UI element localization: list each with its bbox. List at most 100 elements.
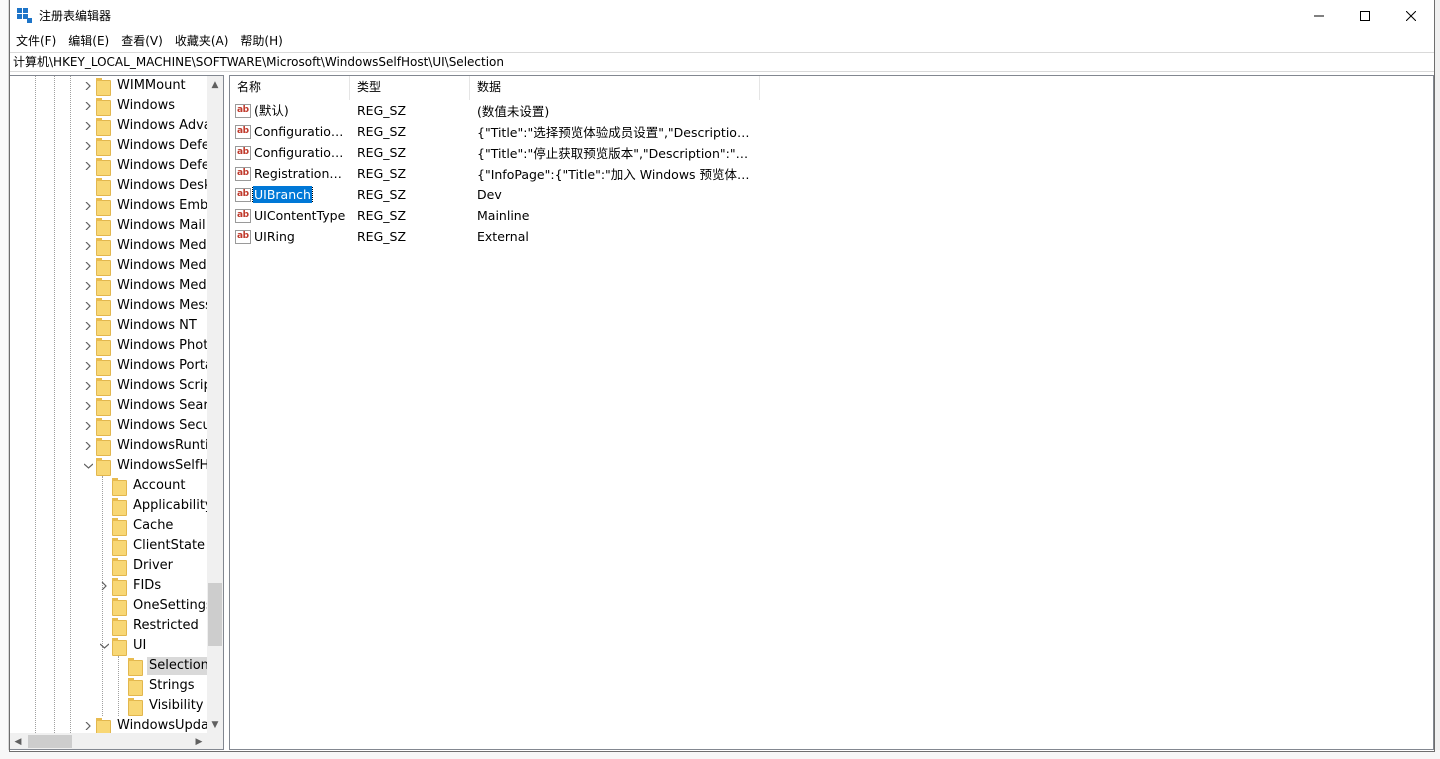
chevron-right-icon[interactable] [80, 256, 96, 276]
tree-guide-line [70, 76, 71, 733]
tree-item[interactable]: Windows Mail [80, 216, 207, 236]
menu-view[interactable]: 查看(V) [115, 31, 169, 51]
chevron-right-icon[interactable] [80, 416, 96, 436]
minimize-button[interactable] [1296, 0, 1342, 31]
chevron-right-icon[interactable] [80, 116, 96, 136]
tree-item[interactable]: Windows Embe [80, 196, 207, 216]
chevron-right-icon[interactable] [80, 396, 96, 416]
chevron-right-icon[interactable] [80, 196, 96, 216]
chevron-right-icon[interactable] [80, 156, 96, 176]
tree-item[interactable]: Strings [112, 676, 197, 696]
tree-item[interactable]: WindowsUpdate [80, 716, 207, 733]
value-row[interactable]: ab RegistrationFlow REG_SZ {"InfoPage":{"Ti… [230, 163, 750, 184]
folder-icon [96, 298, 111, 316]
close-button[interactable] [1388, 0, 1434, 31]
value-row[interactable]: ab UIContentType REG_SZ Mainline [230, 205, 750, 226]
chevron-right-icon[interactable] [96, 576, 112, 596]
tree-item[interactable]: Windows Searcl [80, 396, 207, 416]
chevron-right-icon[interactable] [80, 296, 96, 316]
tree-item[interactable]: WindowsRuntim [80, 436, 207, 456]
value-data: Dev [477, 187, 502, 202]
tree-item[interactable]: OneSettings [96, 596, 207, 616]
tree-item[interactable]: Windows NT [80, 316, 199, 336]
chevron-right-icon[interactable] [80, 356, 96, 376]
value-row[interactable]: ab Configuration... REG_SZ {"Title":"停止获取预览… [230, 142, 750, 163]
chevron-right-icon[interactable] [80, 76, 96, 96]
tree-item[interactable]: Windows Script [80, 376, 207, 396]
chevron-right-icon[interactable] [80, 436, 96, 456]
folder-icon [96, 158, 111, 176]
tree-item[interactable]: Account [96, 476, 188, 496]
tree-item-label: Windows [117, 98, 176, 113]
tree-item[interactable]: Windows Deskt [80, 176, 207, 196]
tree-item[interactable]: Windows Portal [80, 356, 207, 376]
tree-item-label: WindowsRuntim [117, 438, 207, 453]
chevron-right-icon[interactable] [80, 316, 96, 336]
chevron-down-icon[interactable] [96, 636, 112, 656]
tree-item-label: Windows Defen [117, 138, 207, 153]
value-row[interactable]: ab (默认) REG_SZ (数值未设置) [230, 100, 750, 121]
tree-item[interactable]: Driver [96, 556, 175, 576]
scroll-right-icon[interactable]: ▶ [191, 733, 207, 749]
maximize-button[interactable] [1342, 0, 1388, 31]
value-row[interactable]: ab UIRing REG_SZ External [230, 226, 750, 247]
column-header-name[interactable]: 名称 [230, 76, 350, 100]
tree-item[interactable]: WIMMount [80, 76, 188, 96]
tree-hscroll-thumb[interactable] [28, 735, 72, 748]
chevron-right-icon[interactable] [80, 276, 96, 296]
chevron-right-icon[interactable] [80, 336, 96, 356]
value-row[interactable]: ab ConfigurationB... REG_SZ {"Title":"选择预览体… [230, 121, 750, 142]
tree-item[interactable]: Windows Media [80, 256, 207, 276]
tree-scroll-thumb[interactable] [208, 583, 222, 646]
folder-icon [128, 658, 143, 676]
folder-icon [96, 358, 111, 376]
tree-item[interactable]: WindowsSelfHo [80, 456, 207, 476]
column-header-data[interactable]: 数据 [470, 76, 760, 100]
chevron-right-icon[interactable] [80, 96, 96, 116]
menu-help[interactable]: 帮助(H) [234, 31, 288, 51]
tree-item[interactable]: Windows Media [80, 276, 207, 296]
key-tree: WIMMount Windows Windows Advar Windows Defe… [10, 76, 207, 733]
address-bar[interactable]: 计算机\HKEY_LOCAL_MACHINE\SOFTWARE\Microsof… [10, 52, 1434, 72]
scroll-down-icon[interactable]: ▼ [207, 716, 223, 733]
chevron-right-icon[interactable] [80, 236, 96, 256]
column-header-type[interactable]: 类型 [350, 76, 470, 100]
tree-item[interactable]: ClientState [96, 536, 207, 556]
tree-item[interactable]: Restricted [96, 616, 201, 636]
tree-item[interactable]: Selection [112, 656, 207, 676]
tree-item[interactable]: Windows Advar [80, 116, 207, 136]
tree-item[interactable]: UI [96, 636, 148, 656]
tree-item[interactable]: Applicability [96, 496, 207, 516]
chevron-down-icon[interactable] [80, 456, 96, 476]
scroll-up-icon[interactable]: ▲ [207, 76, 223, 93]
tree-item[interactable]: Windows Media [80, 236, 207, 256]
value-name-cell: ab Configuration... [230, 144, 350, 161]
scroll-left-icon[interactable]: ◀ [10, 733, 26, 749]
minimize-icon [1314, 15, 1324, 16]
menu-edit[interactable]: 编辑(E) [62, 31, 115, 51]
value-type: REG_SZ [357, 208, 407, 223]
tree-item[interactable]: Cache [96, 516, 175, 536]
tree-item[interactable]: FIDs [96, 576, 163, 596]
tree-item[interactable]: Visibility [112, 696, 205, 716]
chevron-right-icon[interactable] [80, 216, 96, 236]
tree-vertical-scrollbar[interactable]: ▲ ▼ [207, 76, 223, 733]
chevron-right-icon[interactable] [80, 136, 96, 156]
title-bar[interactable]: 注册表编辑器 [10, 0, 1434, 31]
tree-item[interactable]: Windows Photo [80, 336, 207, 356]
tree-item[interactable]: Windows [80, 96, 177, 116]
menu-favorites[interactable]: 收藏夹(A) [169, 31, 235, 51]
chevron-right-icon[interactable] [80, 376, 96, 396]
tree-horizontal-scrollbar[interactable]: ◀ ▶ [10, 733, 207, 749]
tree-item[interactable]: Windows Securi [80, 416, 207, 436]
menu-file[interactable]: 文件(F) [10, 31, 62, 51]
background-app-strip [0, 0, 9, 759]
value-row[interactable]: ab UIBranch REG_SZ Dev [230, 184, 750, 205]
tree-item[interactable]: Windows Messa [80, 296, 207, 316]
tree-item[interactable]: Windows Defen [80, 156, 207, 176]
string-value-icon: ab [235, 145, 251, 160]
value-name-cell: ab (默认) [230, 102, 350, 119]
tree-item[interactable]: Windows Defen [80, 136, 207, 156]
chevron-right-icon[interactable] [80, 716, 96, 733]
